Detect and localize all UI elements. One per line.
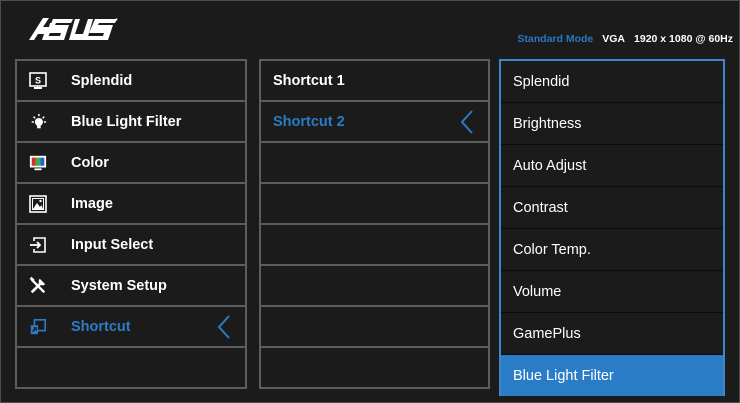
menu-item-empty xyxy=(15,346,247,389)
input-select-icon xyxy=(29,236,47,254)
status-bar: Standard Mode VGA 1920 x 1080 @ 60Hz xyxy=(517,33,733,45)
osd-header: ® Standard Mode VGA 1920 x 1080 @ 60Hz xyxy=(1,1,740,53)
menu-item-splendid[interactable]: S Splendid xyxy=(15,59,247,102)
option-label: Contrast xyxy=(513,199,568,216)
submenu-item-empty xyxy=(259,346,490,389)
option-gameplus[interactable]: GamePlus xyxy=(501,313,723,355)
option-blue-light-filter[interactable]: Blue Light Filter xyxy=(501,355,723,396)
submenu-item-empty xyxy=(259,223,490,266)
submenu-item-label: Shortcut 1 xyxy=(273,72,345,89)
option-label: Volume xyxy=(513,283,562,300)
menu-item-label: Splendid xyxy=(71,72,133,89)
option-color-temp[interactable]: Color Temp. xyxy=(501,229,723,271)
svg-text:S: S xyxy=(35,75,41,85)
menu-item-input-select[interactable]: Input Select xyxy=(15,223,247,266)
option-label: Color Temp. xyxy=(513,241,591,258)
color-icon xyxy=(29,154,47,172)
option-volume[interactable]: Volume xyxy=(501,271,723,313)
option-contrast[interactable]: Contrast xyxy=(501,187,723,229)
option-label: Brightness xyxy=(513,115,582,132)
option-label: Splendid xyxy=(513,73,570,90)
option-brightness[interactable]: Brightness xyxy=(501,103,723,145)
submenu-item-shortcut-2[interactable]: Shortcut 2 xyxy=(259,100,490,143)
submenu-item-label: Shortcut 2 xyxy=(273,113,345,130)
mode-label: Standard Mode xyxy=(517,33,594,45)
option-auto-adjust[interactable]: Auto Adjust xyxy=(501,145,723,187)
menu-item-label: System Setup xyxy=(71,277,167,294)
menu-item-label: Shortcut xyxy=(71,318,131,335)
menu-item-blue-light-filter[interactable]: Blue Light Filter xyxy=(15,100,247,143)
menu-item-image[interactable]: Image xyxy=(15,182,247,225)
submenu-item-empty xyxy=(259,182,490,225)
menu-item-label: Image xyxy=(71,195,113,212)
submenu-item-shortcut-1[interactable]: Shortcut 1 xyxy=(259,59,490,102)
option-label: GamePlus xyxy=(513,325,581,342)
chevron-left-icon xyxy=(460,109,473,134)
menu-item-label: Input Select xyxy=(71,236,154,253)
tools-icon xyxy=(29,276,47,295)
option-list: Splendid Brightness Auto Adjust Contrast… xyxy=(499,59,725,396)
splendid-icon: S xyxy=(29,71,47,90)
svg-text:®: ® xyxy=(115,17,118,22)
image-icon xyxy=(29,194,47,213)
resolution-label: 1920 x 1080 @ 60Hz xyxy=(634,33,733,45)
menu-item-color[interactable]: Color xyxy=(15,141,247,184)
menu-item-label: Color xyxy=(71,154,109,171)
menu-item-system-setup[interactable]: System Setup xyxy=(15,264,247,307)
option-splendid[interactable]: Splendid xyxy=(501,61,723,103)
option-label: Auto Adjust xyxy=(513,157,587,174)
input-label: VGA xyxy=(602,33,626,45)
monitor-osd: ® Standard Mode VGA 1920 x 1080 @ 60Hz S… xyxy=(0,0,740,403)
bulb-icon xyxy=(29,113,47,131)
menu-item-shortcut[interactable]: Shortcut xyxy=(15,305,247,348)
submenu-item-empty xyxy=(259,305,490,348)
submenu-item-empty xyxy=(259,264,490,307)
chevron-left-icon xyxy=(217,314,230,339)
asus-logo: ® xyxy=(29,17,118,40)
option-label: Blue Light Filter xyxy=(513,367,614,384)
menu-item-label: Blue Light Filter xyxy=(71,113,182,130)
shortcut-icon xyxy=(29,318,47,336)
submenu-item-empty xyxy=(259,141,490,184)
